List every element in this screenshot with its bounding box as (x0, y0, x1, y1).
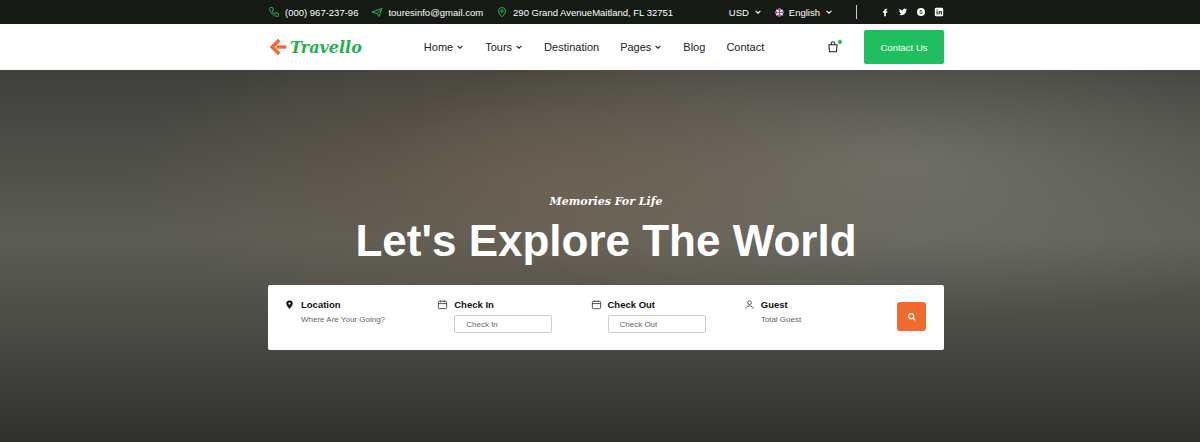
page: (000) 967-237-96 touresinfo@gmail.com 290 … (0, 0, 1200, 442)
chevron-down-icon (515, 43, 523, 51)
person-icon (744, 299, 755, 310)
logo-icon (268, 37, 288, 57)
search-field[interactable]: Location Where Are Your Going? (284, 299, 437, 324)
main-menu: Home Tours Destination Pages Blog Contact (424, 41, 764, 53)
search-field[interactable]: Check In (437, 299, 590, 333)
email-contact[interactable]: touresinfo@gmail.com (371, 6, 483, 18)
menu-label: Contact (726, 41, 764, 53)
menu-item[interactable]: Tours (485, 41, 523, 53)
linkedin-icon[interactable] (934, 7, 944, 17)
menu-item[interactable]: Destination (544, 41, 599, 53)
hero-title: Let's Explore The World (355, 216, 856, 266)
facebook-icon[interactable] (880, 7, 890, 17)
search-button[interactable] (897, 302, 926, 331)
field-hint: Where Are Your Going? (284, 315, 437, 324)
field-label: Check In (454, 299, 494, 310)
phone-text: (000) 967-237-96 (285, 7, 358, 18)
contact-us-button[interactable]: Contact Us (864, 30, 944, 64)
hero-background: Memories For Life Let's Explore The World… (0, 70, 1200, 442)
uk-flag-icon (775, 8, 784, 17)
menu-label: Tours (485, 41, 512, 53)
search-field[interactable]: Check Out (591, 299, 744, 333)
search-icon (907, 312, 917, 322)
currency-text: USD (729, 7, 749, 18)
email-text: touresinfo@gmail.com (388, 7, 483, 18)
field-label: Guest (761, 299, 788, 310)
address-contact: 290 Grand AvenueMaitland, FL 32751 (496, 6, 673, 18)
chevron-down-icon (456, 43, 464, 51)
search-box: Location Where Are Your Going? Check In Che… (268, 285, 944, 350)
cart-button[interactable] (826, 40, 840, 54)
location-pin-icon (496, 6, 508, 18)
phone-icon (268, 6, 280, 18)
plane-icon (371, 6, 383, 18)
calendar-icon (437, 299, 448, 310)
menu-label: Blog (683, 41, 705, 53)
field-label: Location (301, 299, 341, 310)
skype-icon[interactable] (916, 7, 926, 17)
social-links (880, 7, 944, 17)
menu-item[interactable]: Contact (726, 41, 764, 53)
nav-bar: Travello Home Tours Destination Pages Blog Con… (0, 24, 1200, 70)
cart-dot (838, 40, 842, 44)
chevron-down-icon (754, 8, 762, 16)
menu-label: Pages (620, 41, 651, 53)
hero-tagline: Memories For Life (550, 194, 663, 210)
menu-label: Destination (544, 41, 599, 53)
menu-item[interactable]: Home (424, 41, 464, 53)
chevron-down-icon (654, 43, 662, 51)
currency-select[interactable]: USD (729, 7, 762, 18)
date-input[interactable] (454, 315, 552, 333)
field-hint: Total Guest (744, 315, 897, 324)
divider (856, 5, 857, 19)
date-input[interactable] (608, 315, 706, 333)
top-bar: (000) 967-237-96 touresinfo@gmail.com 290 … (0, 0, 1200, 24)
twitter-icon[interactable] (898, 7, 908, 17)
phone-contact[interactable]: (000) 967-237-96 (268, 6, 358, 18)
menu-label: Home (424, 41, 453, 53)
menu-item[interactable]: Blog (683, 41, 705, 53)
language-text: English (789, 7, 820, 18)
logo[interactable]: Travello (268, 37, 362, 57)
chevron-down-icon (825, 8, 833, 16)
search-field[interactable]: Guest Total Guest (744, 299, 897, 324)
location-pin-icon (284, 299, 295, 310)
calendar-icon (591, 299, 602, 310)
menu-item[interactable]: Pages (620, 41, 662, 53)
language-select[interactable]: English (775, 7, 833, 18)
field-label: Check Out (608, 299, 656, 310)
logo-text: Travello (290, 38, 362, 57)
address-text: 290 Grand AvenueMaitland, FL 32751 (513, 7, 673, 18)
